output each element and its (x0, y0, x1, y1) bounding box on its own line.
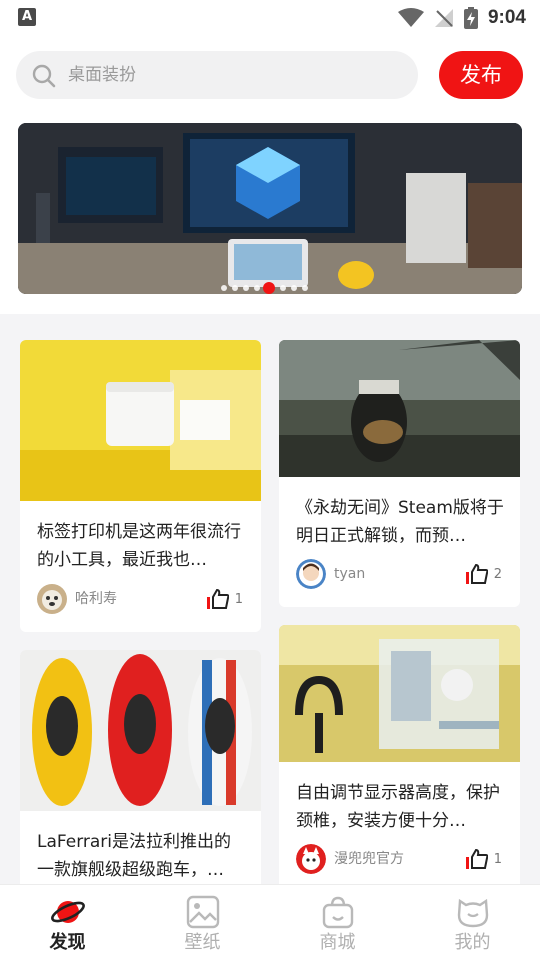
tab-store[interactable]: 商城 (270, 885, 405, 961)
author-name[interactable]: 漫兜兜官方 (334, 844, 404, 874)
carousel-dot-active[interactable] (263, 282, 275, 294)
thumbs-up-icon (206, 589, 229, 609)
tab-discover[interactable]: 发现 (0, 885, 135, 961)
battery-charging-icon (463, 7, 478, 29)
post-meta: tyan 2 (296, 559, 502, 589)
like-count: 1 (234, 591, 243, 607)
avatar[interactable] (296, 559, 326, 589)
wifi-icon (397, 8, 424, 27)
avatar[interactable] (296, 844, 326, 874)
tab-label: 商城 (319, 932, 356, 953)
post-card[interactable]: LaFerrari是法拉利推出的一款旗舰级超级跑车，… (20, 650, 261, 890)
avatar[interactable] (37, 584, 67, 614)
banner-section (0, 112, 540, 314)
post-meta: 哈利寿 1 (37, 584, 243, 614)
post-thumbnail (20, 340, 261, 501)
carousel-dot[interactable] (302, 285, 308, 291)
carousel-dot[interactable] (243, 285, 249, 291)
post-thumbnail (279, 340, 520, 477)
post-title: 《永劫无间》Steam版将于明日正式解锁，而预… (296, 498, 504, 546)
tab-label: 发现 (49, 932, 86, 953)
carousel-dot[interactable] (232, 285, 238, 291)
tab-label: 我的 (454, 932, 491, 953)
post-title: 自由调节显示器高度，保护颈椎，安装方便十分… (296, 783, 500, 831)
carousel-dot[interactable] (221, 285, 227, 291)
post-card[interactable]: 《永劫无间》Steam版将于明日正式解锁，而预… tyan 2 (279, 340, 520, 607)
top-bar: 桌面装扮 发布 (0, 36, 540, 112)
cat-face-icon (457, 898, 488, 928)
like-count: 1 (493, 851, 502, 867)
post-card[interactable]: 自由调节显示器高度，保护颈椎，安装方便十分… 漫兜兜官方 1 (279, 625, 520, 890)
planet-icon (50, 901, 85, 923)
desk-setup-illustration (18, 123, 522, 294)
publish-button[interactable]: 发布 (439, 51, 523, 99)
clock: 9:04 (487, 7, 526, 28)
search-placeholder: 桌面装扮 (68, 65, 136, 85)
tab-wallpaper[interactable]: 壁纸 (135, 885, 270, 961)
tab-profile[interactable]: 我的 (405, 885, 540, 961)
thumbs-up-icon (465, 564, 488, 584)
post-card[interactable]: 标签打印机是这两年很流行的小工具，最近我也… 哈利寿 1 (20, 340, 261, 632)
post-meta: 漫兜兜官方 1 (296, 844, 502, 874)
carousel-dot[interactable] (280, 285, 286, 291)
status-bar: A 9:04 (0, 0, 540, 36)
thumbs-up-icon (465, 849, 488, 869)
tab-label: 壁纸 (184, 932, 221, 953)
post-title: 标签打印机是这两年很流行的小工具，最近我也… (37, 522, 241, 570)
bottom-tab-bar: 发现 壁纸 商城 我的 (0, 884, 540, 961)
like-button[interactable]: 1 (206, 584, 243, 614)
status-icons: 9:04 (397, 5, 526, 31)
shopping-bag-icon (322, 896, 353, 929)
keyboard-notification-icon: A (18, 8, 36, 26)
like-button[interactable]: 2 (465, 559, 502, 589)
author-name[interactable]: 哈利寿 (75, 584, 117, 614)
like-button[interactable]: 1 (465, 844, 502, 874)
banner-image[interactable] (18, 123, 522, 294)
carousel-dot[interactable] (291, 285, 297, 291)
post-thumbnail (20, 650, 261, 811)
image-icon (186, 895, 219, 929)
post-thumbnail (279, 625, 520, 762)
carousel-dot[interactable] (254, 285, 260, 291)
search-icon (32, 64, 56, 88)
post-title: LaFerrari是法拉利推出的一款旗舰级超级跑车，… (37, 832, 232, 880)
search-input[interactable]: 桌面装扮 (16, 51, 418, 99)
like-count: 2 (493, 566, 502, 582)
author-name[interactable]: tyan (334, 559, 365, 589)
no-signal-icon (434, 9, 453, 27)
